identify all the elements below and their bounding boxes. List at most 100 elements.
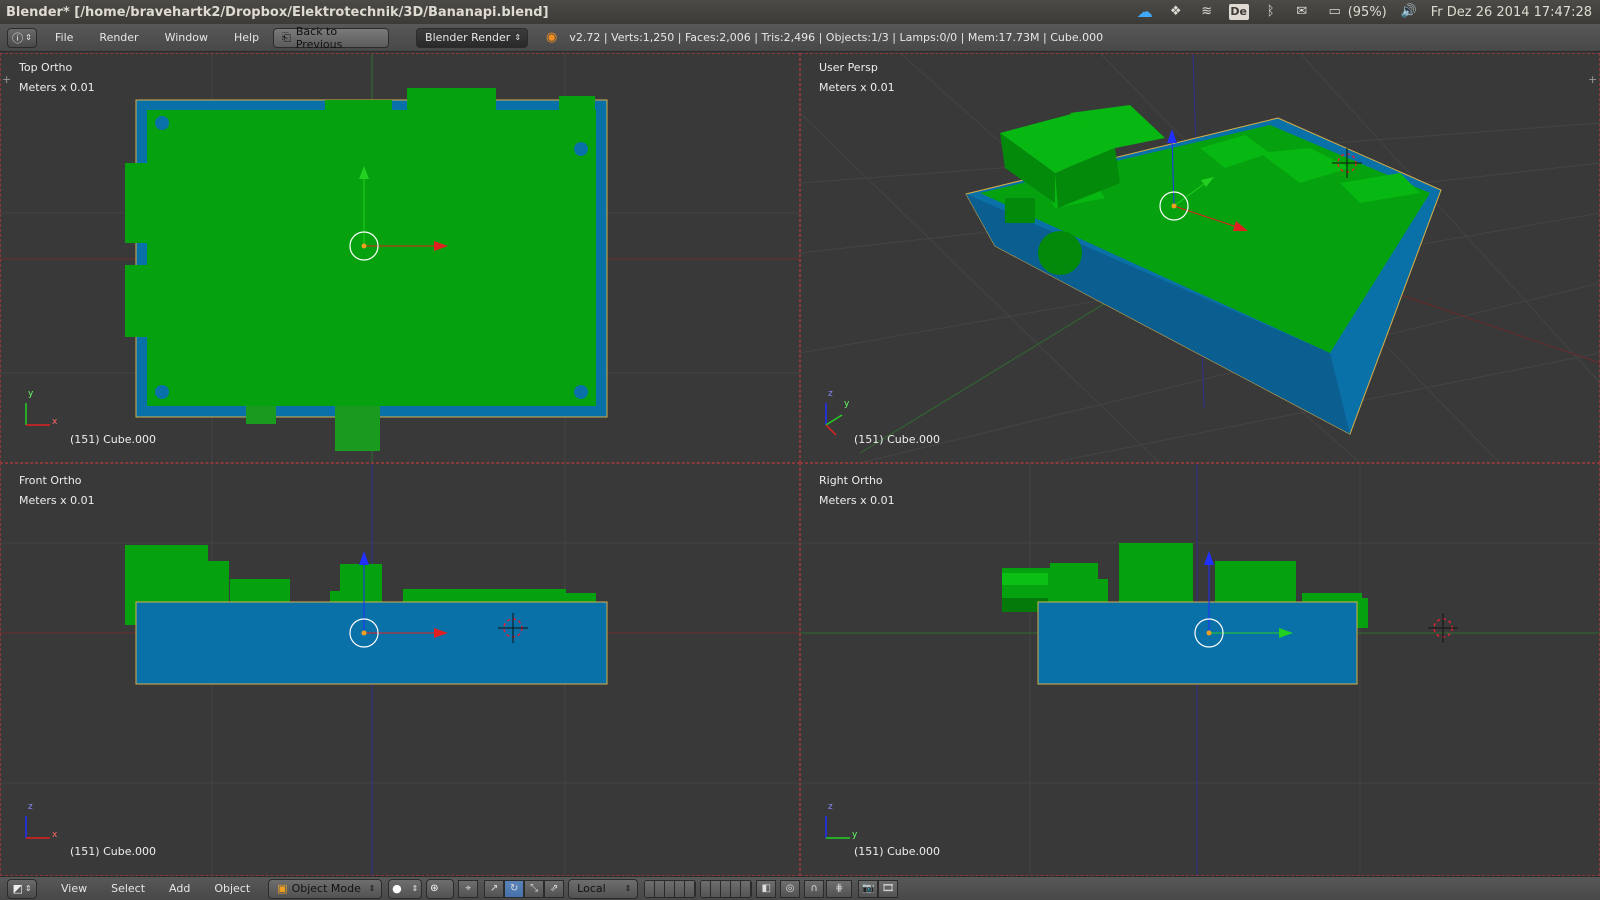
view-name: Top Ortho (19, 61, 73, 74)
component-header (559, 96, 595, 112)
menu-view[interactable]: View (51, 882, 97, 895)
active-object-label: (151) Cube.000 (854, 433, 940, 446)
component-bottom-1 (246, 406, 276, 424)
component-ethernet (407, 88, 496, 112)
front-ortho-canvas (0, 463, 800, 876)
menu-select[interactable]: Select (101, 882, 155, 895)
right-ortho-canvas (800, 463, 1600, 876)
gizmo-axis-label: x (52, 830, 58, 840)
wifi-icon[interactable]: ≋ (1198, 4, 1216, 20)
info-icon: ⓘ (12, 31, 24, 45)
unit-scale: Meters x 0.01 (819, 81, 895, 94)
chevron-updown-icon: ⇕ (25, 33, 32, 42)
gizmo-axis-label: z (828, 389, 833, 399)
gizmo-axis-label: x (52, 417, 58, 427)
menu-file[interactable]: File (45, 31, 83, 44)
orientation-dropdown[interactable]: Local ⇕ (568, 878, 639, 899)
top-ortho-canvas (0, 53, 800, 463)
scene-stats: v2.72 | Verts:1,250 | Faces:2,006 | Tris… (569, 31, 1104, 44)
snap-element-icon[interactable]: ⋕ (826, 879, 853, 898)
menu-add[interactable]: Add (159, 882, 200, 895)
volume-icon[interactable]: 🔊 (1400, 4, 1418, 20)
view3d-header: ◩ ⇕ View Select Add Object ▣ Object Mode … (0, 876, 1600, 900)
dropbox-icon[interactable]: ❖ (1167, 4, 1185, 20)
gizmo-axis-label: y (844, 399, 850, 409)
gizmo-axis-label: z (28, 802, 33, 812)
viewport-front-ortho[interactable]: Front Ortho Meters x 0.01 z x (151) Cube… (0, 463, 800, 876)
viewport-right-ortho[interactable]: Right Ortho Meters x 0.01 z y (151) Cube… (800, 463, 1600, 876)
pivot-dropdown[interactable]: ⊛ (426, 878, 455, 899)
proportional-edit-icon[interactable]: ◎ (780, 879, 801, 898)
unit-scale: Meters x 0.01 (19, 494, 95, 507)
battery-indicator[interactable]: ▭ (95%) (1324, 4, 1387, 20)
transform-orientation-icon[interactable]: ⇗ (544, 879, 565, 898)
unit-scale: Meters x 0.01 (19, 81, 95, 94)
editor-type-selector[interactable]: ⓘ ⇕ (7, 27, 37, 48)
shading-dropdown[interactable]: ● ⇕ (388, 878, 423, 899)
user-persp-canvas (800, 53, 1600, 463)
editor-type-selector[interactable]: ◩ ⇕ (7, 878, 37, 899)
cube-icon: ▣ (277, 882, 288, 895)
info-header: ⓘ ⇕ File Render Window Help ⎗ Back to Pre… (0, 24, 1600, 52)
menu-window[interactable]: Window (155, 31, 218, 44)
lock-layer-icon[interactable]: ◧ (756, 879, 777, 898)
active-object-label: (151) Cube.000 (854, 845, 940, 858)
render-animation-icon[interactable]: 🎞 (878, 879, 899, 898)
component-left-2 (125, 265, 149, 337)
view-name: Front Ortho (19, 474, 82, 487)
rotate-manipulator-icon[interactable]: ↻ (504, 879, 525, 898)
blender-window: Blender* [/home/bravehartk2/Dropbox/Elek… (0, 0, 1600, 900)
axis-gizmo (25, 816, 50, 839)
chevron-updown-icon: ⇕ (368, 884, 376, 893)
clock[interactable]: Fr Dez 26 2014 17:47:28 (1431, 5, 1592, 20)
3d-cursor (1428, 613, 1458, 643)
case-front[interactable] (135, 601, 608, 685)
mail-icon[interactable]: ✉ (1293, 4, 1311, 20)
active-object-label: (151) Cube.000 (70, 845, 156, 858)
chevron-updown-icon: ⇕ (514, 33, 522, 42)
battery-icon: ▭ (1328, 4, 1341, 19)
axis-gizmo (825, 403, 843, 436)
back-to-previous-label: Back to Previous (295, 24, 343, 51)
viewport-user-persp[interactable]: User Persp Meters x 0.01 z y (151) Cube.… (800, 53, 1600, 463)
viewport-top-ortho[interactable]: Top Ortho Meters x 0.01 y x (151) Cube.0… (0, 53, 800, 463)
component-usb (325, 100, 392, 112)
back-to-previous-button[interactable]: ⎗ Back to Previous (273, 24, 390, 51)
battery-percent: (95%) (1347, 4, 1387, 20)
back-arrow-icon: ⎗ (282, 30, 291, 44)
window-title: Blender* [/home/bravehartk2/Dropbox/Elek… (6, 4, 549, 20)
snap-toggle-icon[interactable]: ∩ (804, 879, 825, 898)
axis-gizmo (25, 403, 50, 426)
chevron-updown-icon: ⇕ (24, 884, 32, 893)
axis-gizmo (825, 816, 850, 839)
solid-sphere-icon: ● (392, 882, 402, 895)
bluetooth-icon[interactable]: ᛒ (1262, 4, 1280, 20)
render-engine-label: Blender Render (425, 31, 511, 44)
view-name: Right Ortho (819, 474, 883, 487)
manipulator-toggle-icon[interactable]: ⌖ (458, 879, 479, 898)
render-still-icon[interactable]: 📷 (858, 879, 879, 898)
menu-render[interactable]: Render (89, 31, 148, 44)
keyboard-layout-icon[interactable]: De (1228, 4, 1249, 20)
layer-buttons-group-1[interactable] (644, 879, 697, 898)
scale-manipulator-icon[interactable]: ⤡ (524, 879, 545, 898)
translate-manipulator-icon[interactable]: ↗ (484, 879, 505, 898)
mode-label: Object Mode (291, 882, 361, 895)
unit-scale: Meters x 0.01 (819, 494, 895, 507)
gizmo-axis-label: z (828, 802, 833, 812)
cloud-icon[interactable]: ☁ (1136, 4, 1154, 20)
chevron-updown-icon: ⇕ (411, 884, 419, 893)
connector-highlight (1002, 573, 1048, 585)
render-engine-dropdown[interactable]: Blender Render ⇕ (416, 27, 529, 48)
view-name: User Persp (819, 61, 878, 74)
menu-help[interactable]: Help (224, 31, 269, 44)
menu-object[interactable]: Object (204, 882, 260, 895)
layer-buttons-group-2[interactable] (700, 879, 753, 898)
properties-toggle[interactable]: + (1588, 74, 1598, 85)
case-side[interactable] (1037, 601, 1358, 685)
mode-dropdown[interactable]: ▣ Object Mode ⇕ (268, 878, 383, 899)
component-bottom-2 (335, 406, 380, 451)
toolshelf-toggle[interactable]: + (2, 74, 12, 85)
gizmo-axis-label: y (852, 830, 858, 840)
active-object-label: (151) Cube.000 (70, 433, 156, 446)
